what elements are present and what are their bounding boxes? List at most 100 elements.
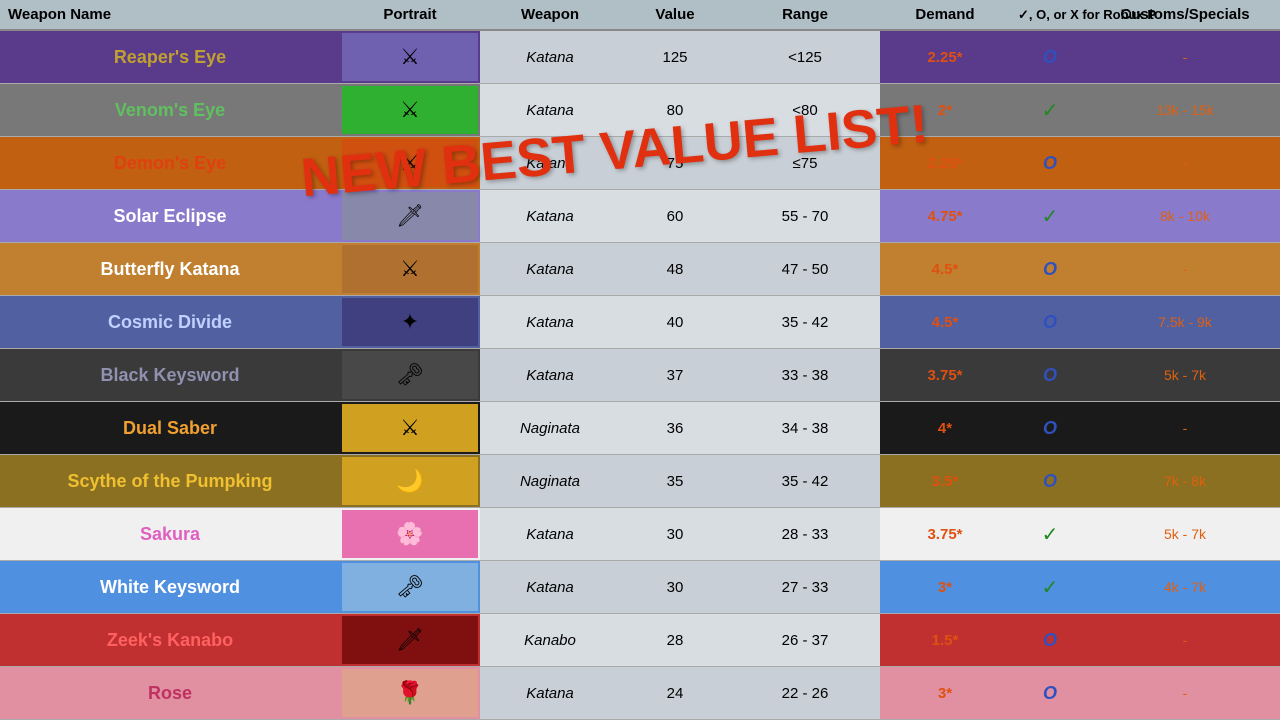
weapon-custom: - xyxy=(1090,402,1280,455)
weapon-type: Katana xyxy=(480,667,620,720)
weapon-demand: 3.75* xyxy=(880,508,1010,561)
weapon-name: Sakura xyxy=(0,508,340,561)
col-header-name: Weapon Name xyxy=(0,0,340,30)
weapon-check: ✓ xyxy=(1010,190,1090,243)
weapon-name: Solar Eclipse xyxy=(0,190,340,243)
weapon-value: 40 xyxy=(620,296,730,349)
weapon-portrait: ⚔ xyxy=(340,30,480,84)
weapon-type: Katana xyxy=(480,243,620,296)
weapon-demand: 4.75* xyxy=(880,190,1010,243)
weapon-check: O xyxy=(1010,402,1090,455)
weapon-custom: - xyxy=(1090,614,1280,667)
weapon-name: Rose xyxy=(0,667,340,720)
table-row: Sakura🌸Katana3028 - 333.75*✓5k - 7k xyxy=(0,508,1280,561)
weapon-value: 36 xyxy=(620,402,730,455)
weapon-check: O xyxy=(1010,296,1090,349)
weapon-custom: 7.5k - 9k xyxy=(1090,296,1280,349)
weapon-value: 125 xyxy=(620,30,730,84)
weapon-check: ✓ xyxy=(1010,508,1090,561)
weapon-portrait: ⚔ xyxy=(340,84,480,137)
weapon-range: 33 - 38 xyxy=(730,349,880,402)
weapon-demand: 4.5* xyxy=(880,243,1010,296)
weapon-range: 22 - 26 xyxy=(730,667,880,720)
weapon-range: 47 - 50 xyxy=(730,243,880,296)
weapon-name: White Keysword xyxy=(0,561,340,614)
weapon-range: 55 - 70 xyxy=(730,190,880,243)
weapon-type: Katana xyxy=(480,296,620,349)
table-row: Black Keysword🗝Katana3733 - 383.75*O5k -… xyxy=(0,349,1280,402)
col-header-weapon: Weapon xyxy=(480,0,620,30)
table-row: Butterfly Katana⚔Katana4847 - 504.5*O- xyxy=(0,243,1280,296)
weapon-value: 30 xyxy=(620,561,730,614)
weapon-custom: - xyxy=(1090,667,1280,720)
table-row: White Keysword🗝Katana3027 - 333*✓4k - 7k xyxy=(0,561,1280,614)
col-header-portrait: Portrait xyxy=(340,0,480,30)
table-row: Demon's Eye⚔Katana75≤752.25*O- xyxy=(0,137,1280,190)
col-header-demand: Demand xyxy=(880,0,1010,30)
weapon-range: ≤75 xyxy=(730,137,880,190)
weapon-type: Katana xyxy=(480,137,620,190)
weapon-name: Dual Saber xyxy=(0,402,340,455)
weapon-demand: 2.25* xyxy=(880,30,1010,84)
weapon-value: 80 xyxy=(620,84,730,137)
weapon-range: <80 xyxy=(730,84,880,137)
weapon-portrait: 🌸 xyxy=(340,508,480,561)
weapon-value: 75 xyxy=(620,137,730,190)
weapon-check: O xyxy=(1010,667,1090,720)
table-row: Cosmic Divide✦Katana4035 - 424.5*O7.5k -… xyxy=(0,296,1280,349)
col-header-value: Value xyxy=(620,0,730,30)
weapon-portrait: ✦ xyxy=(340,296,480,349)
weapon-name: Demon's Eye xyxy=(0,137,340,190)
weapon-value: 60 xyxy=(620,190,730,243)
table-row: Rose🌹Katana2422 - 263*O- xyxy=(0,667,1280,720)
weapon-range: 34 - 38 xyxy=(730,402,880,455)
weapon-demand: 1.5* xyxy=(880,614,1010,667)
weapon-value: 24 xyxy=(620,667,730,720)
weapon-demand: 3.75* xyxy=(880,349,1010,402)
weapon-custom: 4k - 7k xyxy=(1090,561,1280,614)
weapon-demand: 3* xyxy=(880,667,1010,720)
weapon-demand: 2* xyxy=(880,84,1010,137)
weapon-custom: 7k - 8k xyxy=(1090,455,1280,508)
weapon-portrait: 🌙 xyxy=(340,455,480,508)
weapon-check: O xyxy=(1010,137,1090,190)
weapon-portrait: 🗡 xyxy=(340,614,480,667)
weapon-range: 28 - 33 xyxy=(730,508,880,561)
weapon-name: Venom's Eye xyxy=(0,84,340,137)
table-row: Zeek's Kanabo🗡Kanabo2826 - 371.5*O- xyxy=(0,614,1280,667)
header-row: Weapon Name Portrait Weapon Value Range … xyxy=(0,0,1280,30)
weapon-portrait: 🗝 xyxy=(340,561,480,614)
weapon-demand: 4* xyxy=(880,402,1010,455)
weapon-check: O xyxy=(1010,455,1090,508)
table-row: Dual Saber⚔Naginata3634 - 384*O- xyxy=(0,402,1280,455)
weapon-check: O xyxy=(1010,243,1090,296)
weapon-name: Zeek's Kanabo xyxy=(0,614,340,667)
weapon-value: 48 xyxy=(620,243,730,296)
weapon-custom: - xyxy=(1090,137,1280,190)
main-container: Weapon Name Portrait Weapon Value Range … xyxy=(0,0,1280,720)
weapon-check: O xyxy=(1010,30,1090,84)
weapon-table: Weapon Name Portrait Weapon Value Range … xyxy=(0,0,1280,720)
weapon-value: 37 xyxy=(620,349,730,402)
weapon-type: Katana xyxy=(480,30,620,84)
weapon-check: O xyxy=(1010,349,1090,402)
weapon-type: Katana xyxy=(480,508,620,561)
weapon-portrait: ⚔ xyxy=(340,137,480,190)
weapon-demand: 4.5* xyxy=(880,296,1010,349)
weapon-type: Katana xyxy=(480,190,620,243)
weapon-custom: 5k - 7k xyxy=(1090,508,1280,561)
weapon-custom: - xyxy=(1090,243,1280,296)
weapon-value: 30 xyxy=(620,508,730,561)
weapon-type: Katana xyxy=(480,561,620,614)
weapon-check: ✓ xyxy=(1010,84,1090,137)
weapon-custom: 13k - 15k xyxy=(1090,84,1280,137)
weapon-range: 27 - 33 xyxy=(730,561,880,614)
weapon-type: Kanabo xyxy=(480,614,620,667)
table-row: Venom's Eye⚔Katana80<802*✓13k - 15k xyxy=(0,84,1280,137)
weapon-check: O xyxy=(1010,614,1090,667)
weapon-type: Naginata xyxy=(480,402,620,455)
weapon-range: 35 - 42 xyxy=(730,296,880,349)
weapon-name: Black Keysword xyxy=(0,349,340,402)
weapon-portrait: 🌹 xyxy=(340,667,480,720)
weapon-demand: 2.25* xyxy=(880,137,1010,190)
